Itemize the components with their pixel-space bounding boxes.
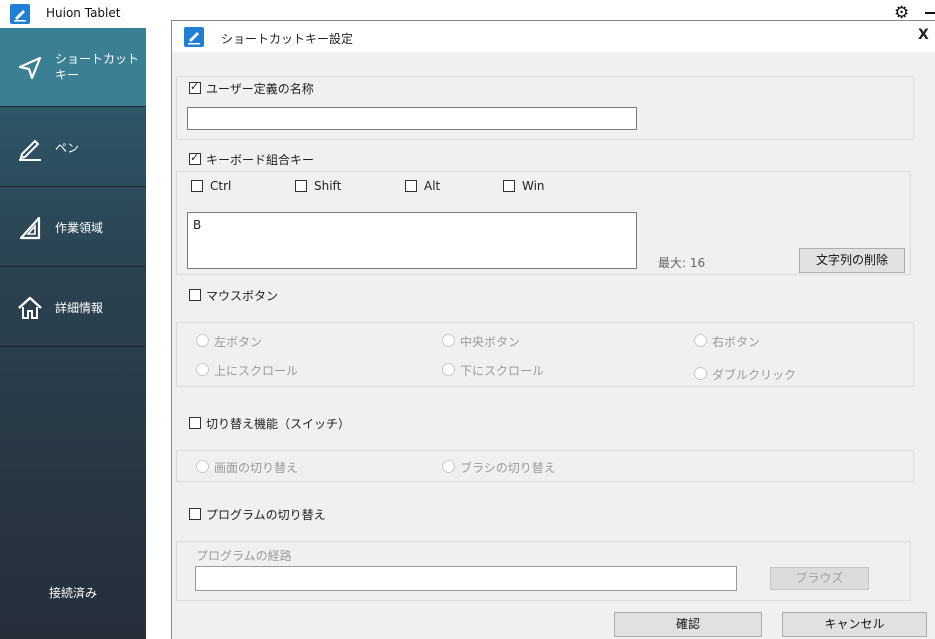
right-button-label: 右ボタン: [712, 335, 761, 349]
close-icon[interactable]: X: [918, 27, 929, 43]
program-path-label: プログラムの経路: [196, 549, 292, 563]
sidebar-item-work-area[interactable]: 作業領域: [0, 188, 146, 267]
keys-input[interactable]: B: [187, 212, 637, 269]
max-length-label: 最大: 16: [658, 256, 706, 270]
user-name-label: ユーザー定義の名称: [206, 82, 314, 96]
right-button-radio[interactable]: [694, 334, 707, 347]
alt-label: Alt: [424, 179, 441, 193]
dialog-titlebar: ショートカットキー設定 X: [172, 21, 935, 52]
switch-checkbox[interactable]: [189, 417, 201, 429]
brush-switch-radio[interactable]: [442, 460, 455, 473]
keyboard-checkbox[interactable]: [189, 151, 201, 165]
connection-status: 接続済み: [48, 586, 97, 600]
switch-label: 切り替え機能（スイッチ）: [206, 417, 351, 431]
pen-icon: [19, 139, 41, 161]
double-click-label: ダブルクリック: [712, 368, 797, 382]
sidebar-item-label: ペン: [55, 141, 80, 155]
pen-app-icon: [184, 27, 204, 47]
keys-value: B: [193, 218, 202, 232]
home-icon: [18, 296, 42, 319]
ok-button[interactable]: 確認: [614, 612, 762, 637]
huion-logo-icon: [10, 4, 30, 24]
ctrl-label: Ctrl: [210, 179, 232, 193]
screen-switch-radio[interactable]: [196, 460, 209, 473]
scroll-up-label: 上にスクロール: [214, 364, 299, 378]
double-click-radio[interactable]: [694, 367, 707, 380]
shift-checkbox[interactable]: [295, 180, 307, 192]
brush-switch-label: ブラシの切り替え: [460, 461, 556, 475]
middle-button-radio[interactable]: [442, 334, 455, 347]
user-name-input[interactable]: [187, 107, 637, 130]
set-square-icon: [19, 216, 41, 240]
scroll-up-radio[interactable]: [196, 363, 209, 376]
win-label: Win: [522, 179, 545, 193]
sidebar-item-label: ショートカット キー: [55, 52, 140, 82]
sidebar-item-label: 詳細情報: [55, 301, 104, 315]
program-path-input[interactable]: [195, 566, 737, 591]
send-arrow-icon: [18, 56, 42, 80]
user-name-checkbox[interactable]: [189, 80, 201, 94]
shortcut-dialog: ショートカットキー設定 X ユーザー定義の名称 キーボード組合キー Ctrl S…: [171, 20, 935, 639]
sidebar: ショートカット キー ペン 作業領域 詳細情報 接続済み: [0, 28, 146, 639]
scroll-down-label: 下にスクロール: [460, 364, 545, 378]
mouse-label: マウスボタン: [206, 289, 279, 303]
program-label: プログラムの切り替え: [206, 508, 326, 522]
clear-string-button[interactable]: 文字列の削除: [799, 248, 905, 273]
win-checkbox[interactable]: [503, 180, 515, 192]
sidebar-item-label: 作業領域: [55, 221, 104, 235]
alt-checkbox[interactable]: [405, 180, 417, 192]
left-button-label: 左ボタン: [214, 335, 263, 349]
cancel-button[interactable]: キャンセル: [782, 612, 927, 637]
sidebar-item-shortcut[interactable]: ショートカット キー: [0, 28, 146, 107]
screen-switch-label: 画面の切り替え: [214, 461, 299, 475]
ctrl-checkbox[interactable]: [191, 180, 203, 192]
dialog-title: ショートカットキー設定: [221, 32, 354, 46]
minimize-icon[interactable]: [925, 12, 935, 14]
left-button-radio[interactable]: [196, 334, 209, 347]
mouse-checkbox[interactable]: [189, 289, 201, 301]
sidebar-item-pen[interactable]: ペン: [0, 108, 146, 187]
shift-label: Shift: [314, 179, 342, 193]
scroll-down-radio[interactable]: [442, 363, 455, 376]
middle-button-label: 中央ボタン: [460, 335, 521, 349]
app-title: Huion Tablet: [46, 6, 121, 20]
program-checkbox[interactable]: [189, 508, 201, 520]
keyboard-label: キーボード組合キー: [206, 153, 315, 167]
browse-button[interactable]: ブラウズ: [770, 567, 869, 590]
sidebar-item-details[interactable]: 詳細情報: [0, 268, 146, 347]
